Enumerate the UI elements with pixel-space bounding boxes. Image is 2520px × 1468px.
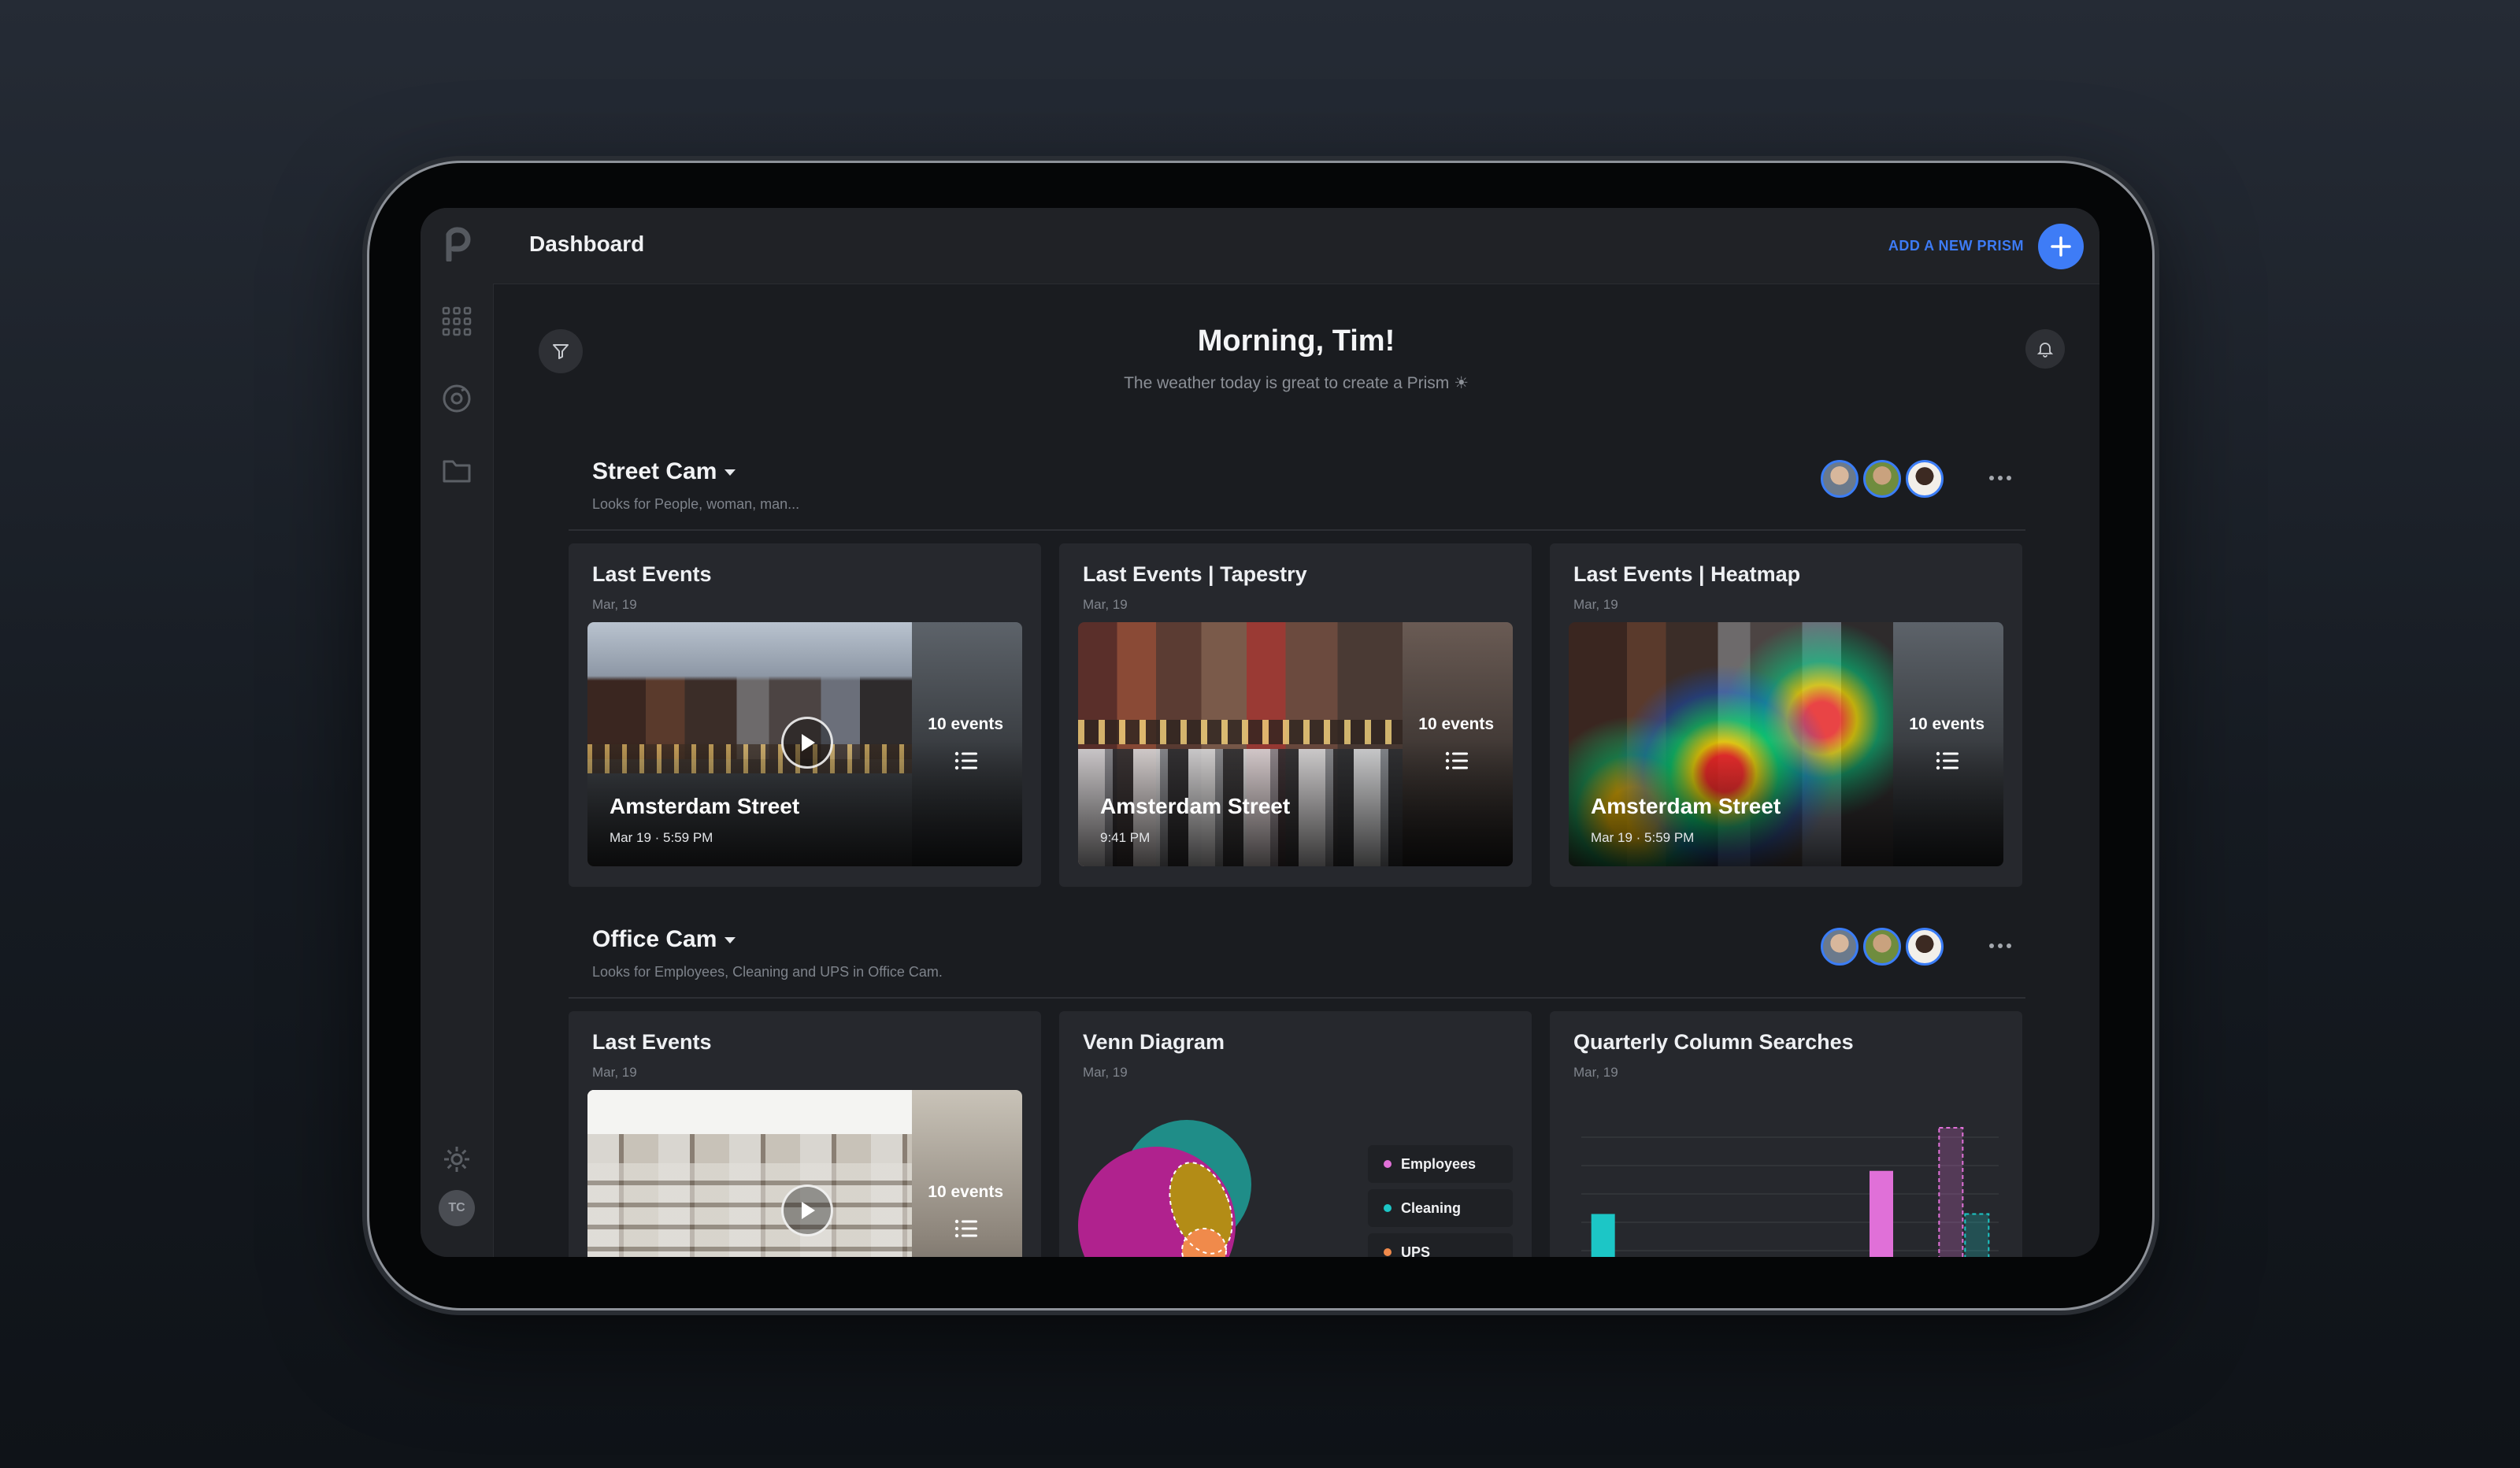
list-icon[interactable] xyxy=(1936,751,1959,770)
card-title: Quarterly Column Searches xyxy=(1573,1030,1854,1054)
list-icon[interactable] xyxy=(1445,751,1469,770)
event-count: 10 events xyxy=(928,1183,1003,1201)
street-cam-header: Street Cam Looks for People, woman, man.… xyxy=(592,458,2025,521)
sidebar: TC xyxy=(421,208,494,1257)
grid-icon[interactable] xyxy=(438,302,476,340)
plus-icon xyxy=(2051,236,2071,257)
street-cam-title-text: Street Cam xyxy=(592,458,717,484)
avatar-initials: TC xyxy=(439,1190,475,1226)
play-icon xyxy=(802,1202,815,1219)
venn-diagram[interactable] xyxy=(1059,1090,1358,1257)
folder-icon[interactable] xyxy=(438,452,476,490)
card-date: Mar, 19 xyxy=(1083,1065,1128,1080)
card-date: Mar, 19 xyxy=(592,597,637,612)
list-icon[interactable] xyxy=(954,751,978,770)
office-cam-title-text: Office Cam xyxy=(592,926,717,952)
play-button[interactable] xyxy=(781,1184,833,1236)
collaborator-avatar[interactable] xyxy=(1906,928,1944,966)
chart-bar[interactable] xyxy=(1938,1127,1964,1257)
play-icon xyxy=(802,734,815,751)
office-cam-subtitle: Looks for Employees, Cleaning and UPS in… xyxy=(592,964,943,980)
event-timestamp: Mar 19 · 5:59 PM xyxy=(1591,830,1695,845)
card-title: Venn Diagram xyxy=(1083,1030,1225,1054)
event-thumbnail[interactable]: 10 events xyxy=(587,1090,1022,1257)
top-bar: Dashboard ADD A NEW PRISM xyxy=(493,208,2099,284)
chart-bar[interactable] xyxy=(1964,1213,1990,1257)
office-cam-more-button[interactable] xyxy=(1984,934,2016,958)
office-scene-image xyxy=(587,1090,912,1257)
collaborator-avatar[interactable] xyxy=(1821,928,1858,966)
event-location: Amsterdam Street xyxy=(610,794,800,818)
street-tapestry-card[interactable]: Last Events | Tapestry Mar, 19 10 events… xyxy=(1059,543,1532,887)
more-dots-icon xyxy=(1989,476,2011,480)
caret-down-icon xyxy=(724,937,736,943)
street-last-events-card[interactable]: Last Events Mar, 19 10 events Amsterdam … xyxy=(569,543,1041,887)
quarterly-column-chart[interactable] xyxy=(1550,1106,2022,1257)
user-avatar[interactable]: TC xyxy=(438,1189,476,1227)
list-icon[interactable] xyxy=(954,1219,978,1238)
collaborator-avatar[interactable] xyxy=(1863,460,1901,498)
event-timestamp: 9:41 PM xyxy=(1100,830,1151,845)
event-thumbnail[interactable]: 10 events Amsterdam Street 9:41 PM xyxy=(1078,622,1513,866)
street-cam-collaborators xyxy=(1816,460,1944,498)
collaborator-avatar[interactable] xyxy=(1863,928,1901,966)
venn-diagram-card[interactable]: Venn Diagram Mar, 19 Employees Cleaning … xyxy=(1059,1011,1532,1257)
card-title: Last Events | Heatmap xyxy=(1573,562,1801,586)
street-cam-title[interactable]: Street Cam xyxy=(592,458,737,485)
card-title: Last Events xyxy=(592,1030,712,1054)
event-count: 10 events xyxy=(928,715,1003,733)
card-date: Mar, 19 xyxy=(1083,597,1128,612)
chart-bar[interactable] xyxy=(1591,1214,1615,1257)
event-location: Amsterdam Street xyxy=(1100,794,1291,818)
card-date: Mar, 19 xyxy=(1573,1065,1618,1080)
event-thumbnail[interactable]: 10 events Amsterdam Street Mar 19 · 5:59… xyxy=(587,622,1022,866)
event-thumbnail[interactable]: 10 events Amsterdam Street Mar 19 · 5:59… xyxy=(1569,622,2003,866)
card-title: Last Events | Tapestry xyxy=(1083,562,1307,586)
event-location: Amsterdam Street xyxy=(1591,794,1781,818)
more-dots-icon xyxy=(1989,943,2011,948)
camera-lens-icon[interactable] xyxy=(438,380,476,417)
prism-logo[interactable] xyxy=(438,225,476,263)
street-cam-subtitle: Looks for People, woman, man... xyxy=(592,496,800,512)
play-button[interactable] xyxy=(781,717,833,769)
collaborator-avatar[interactable] xyxy=(1906,460,1944,498)
page-title: Dashboard xyxy=(529,232,645,256)
event-timestamp: Mar 19 · 5:59 PM xyxy=(610,830,713,845)
collaborator-avatar[interactable] xyxy=(1821,460,1858,498)
settings-gear-icon[interactable] xyxy=(438,1140,476,1178)
street-heatmap-card[interactable]: Last Events | Heatmap Mar, 19 10 events … xyxy=(1550,543,2022,887)
app-screen: TC Dashboard ADD A NEW PRISM Morning, Ti… xyxy=(421,208,2099,1257)
office-last-events-card[interactable]: Last Events Mar, 19 10 events xyxy=(569,1011,1041,1257)
greeting-subtitle: The weather today is great to create a P… xyxy=(1124,374,1469,392)
legend-item-employees[interactable]: Employees xyxy=(1368,1145,1513,1183)
street-cam-more-button[interactable] xyxy=(1984,466,2016,490)
greeting-title: Morning, Tim! xyxy=(1197,324,1395,358)
section-divider xyxy=(569,997,2025,999)
card-title: Last Events xyxy=(592,562,712,586)
section-divider xyxy=(569,529,2025,531)
quarterly-column-card[interactable]: Quarterly Column Searches Mar, 19 xyxy=(1550,1011,2022,1257)
main-content: Morning, Tim! The weather today is great… xyxy=(493,284,2099,1257)
office-cam-title[interactable]: Office Cam xyxy=(592,926,737,953)
chart-bar[interactable] xyxy=(1870,1170,1893,1257)
add-prism-link[interactable]: ADD A NEW PRISM xyxy=(1888,238,2024,254)
event-count: 10 events xyxy=(1418,715,1494,733)
office-cam-header: Office Cam Looks for Employees, Cleaning… xyxy=(592,926,2025,989)
office-cam-collaborators xyxy=(1816,928,1944,966)
legend-item-ups[interactable]: UPS xyxy=(1368,1233,1513,1257)
legend-item-cleaning[interactable]: Cleaning xyxy=(1368,1189,1513,1227)
event-count: 10 events xyxy=(1909,715,1984,733)
add-prism-button[interactable] xyxy=(2038,224,2084,269)
caret-down-icon xyxy=(724,469,736,476)
card-date: Mar, 19 xyxy=(1573,597,1618,612)
card-date: Mar, 19 xyxy=(592,1065,637,1080)
